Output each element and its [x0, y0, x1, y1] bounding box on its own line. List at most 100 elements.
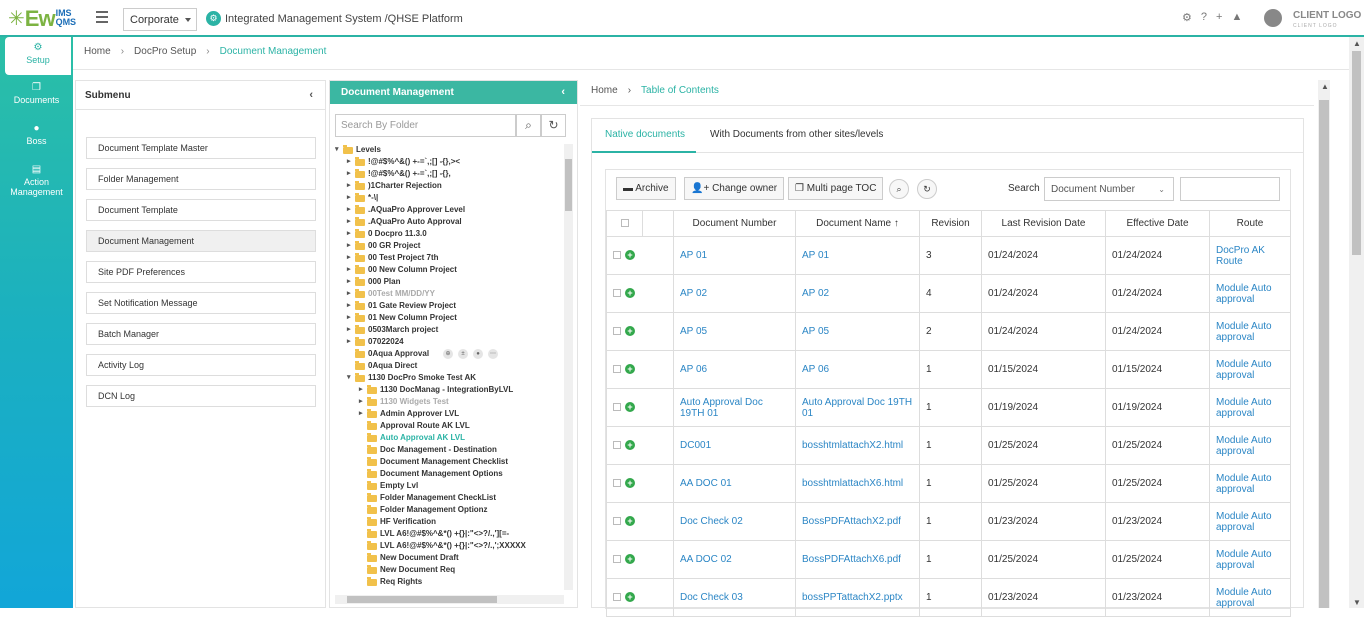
submenu-item[interactable]: Document Template	[86, 199, 316, 221]
document-number-link[interactable]: Doc Check 02	[673, 502, 796, 541]
tree-node[interactable]: Empty Lvl	[359, 480, 418, 492]
tree-node[interactable]: LVL A6!@#$%^&*() +{}|:"<>?/.,';XXXXX	[359, 540, 526, 552]
row-checkbox[interactable]	[613, 441, 621, 450]
collapse-chevron-icon[interactable]: ‹	[309, 89, 313, 101]
tree-node[interactable]: ▸ 0503March project	[347, 324, 438, 336]
breadcrumb-docpro-setup[interactable]: DocPro Setup	[134, 46, 196, 57]
column-effective-date[interactable]: Effective Date	[1105, 210, 1210, 237]
folder-search-input[interactable]: Search By Folder	[335, 114, 516, 137]
help-icon[interactable]: ?	[1201, 11, 1207, 24]
document-name-link[interactable]: Auto Approval Doc 19TH 01	[795, 388, 920, 427]
tree-node[interactable]: Folder Management Optionz	[359, 504, 488, 516]
scroll-up-arrow-icon[interactable]: ▲	[1353, 39, 1361, 48]
expand-plus-icon[interactable]: +	[625, 288, 635, 299]
document-number-link[interactable]: AP 01	[673, 236, 796, 275]
tree-node[interactable]: ▸ 01 Gate Review Project	[347, 300, 456, 312]
tree-toggle-icon[interactable]: ▸	[347, 324, 355, 336]
nav-setup[interactable]: ⚙ Setup	[5, 37, 71, 75]
submenu-item[interactable]: Document Management	[86, 230, 316, 252]
document-name-link[interactable]: BossPDFAttachX6.pdf	[795, 540, 920, 579]
tree-toggle-icon[interactable]: ▸	[347, 264, 355, 276]
expand-plus-icon[interactable]: +	[625, 364, 635, 375]
tree-node[interactable]: ▾ Levels	[335, 144, 381, 156]
tree-node[interactable]: Folder Management CheckList	[359, 492, 496, 504]
tree-node[interactable]: ▸ .AQuaPro Auto Approval	[347, 216, 462, 228]
tree-toggle-icon[interactable]: ▸	[347, 336, 355, 348]
route-link[interactable]: Module Auto approval	[1209, 578, 1291, 617]
tree-toggle-icon[interactable]: ▸	[359, 408, 367, 420]
column-route[interactable]: Route	[1209, 210, 1291, 237]
submenu-item[interactable]: DCN Log	[86, 385, 316, 407]
multi-page-toc-button[interactable]: ❐ Multi page TOC	[788, 177, 884, 200]
column-document-name[interactable]: Document Name ↑	[795, 210, 920, 237]
expand-plus-icon[interactable]: +	[625, 478, 635, 489]
notification-bell-icon[interactable]: ▲	[1231, 11, 1242, 24]
tree-node[interactable]: 0Aqua Direct	[347, 360, 417, 372]
route-link[interactable]: Module Auto approval	[1209, 312, 1291, 351]
row-checkbox[interactable]	[613, 479, 621, 488]
row-checkbox[interactable]	[613, 251, 621, 260]
organization-select[interactable]: Corporate	[123, 8, 197, 31]
tree-node[interactable]: ▸ 1130 Widgets Test	[359, 396, 449, 408]
tree-toggle-icon[interactable]: ▸	[347, 312, 355, 324]
document-number-link[interactable]: Doc Check 03	[673, 578, 796, 617]
tab-other-sites[interactable]: With Documents from other sites/levels	[710, 129, 883, 140]
row-checkbox[interactable]	[613, 365, 621, 374]
submenu-item[interactable]: Document Template Master	[86, 137, 316, 159]
nav-action-management[interactable]: ▤ Action Management	[0, 164, 73, 197]
document-number-link[interactable]: AA DOC 02	[673, 540, 796, 579]
content-scrollbar[interactable]: ▲	[1318, 80, 1330, 608]
archive-button[interactable]: ▬ Archive	[616, 177, 676, 200]
tree-node[interactable]: ▸ 000 Plan	[347, 276, 400, 288]
tree-toggle-icon[interactable]: ▸	[347, 300, 355, 312]
route-link[interactable]: Module Auto approval	[1209, 274, 1291, 313]
tree-node[interactable]: HF Verification	[359, 516, 436, 528]
tree-toggle-icon[interactable]: ▸	[347, 216, 355, 228]
route-link[interactable]: Module Auto approval	[1209, 426, 1291, 465]
expand-plus-icon[interactable]: +	[625, 326, 635, 337]
tree-toggle-icon[interactable]: ▸	[359, 384, 367, 396]
route-link[interactable]: Module Auto approval	[1209, 540, 1291, 579]
tree-node[interactable]: ▸ 01 New Column Project	[347, 312, 457, 324]
tree-node[interactable]: ▸ 0 Docpro 11.3.0	[347, 228, 427, 240]
tree-node[interactable]: ▸ 00 Test Project 7th	[347, 252, 439, 264]
breadcrumb-home[interactable]: Home	[591, 85, 618, 96]
tree-toggle-icon[interactable]: ▸	[347, 240, 355, 252]
submenu-item[interactable]: Batch Manager	[86, 323, 316, 345]
scroll-up-arrow-icon[interactable]: ▲	[1321, 82, 1329, 91]
settings-icon[interactable]: ⚙	[1182, 11, 1192, 24]
breadcrumb-home[interactable]: Home	[84, 46, 111, 57]
document-name-link[interactable]: bosshtmlattachX2.html	[795, 426, 920, 465]
route-link[interactable]: Module Auto approval	[1209, 388, 1291, 427]
tree-node[interactable]: ▸ 00Test MM/DD/YY	[347, 288, 435, 300]
row-checkbox[interactable]	[613, 517, 621, 526]
tree-node[interactable]: Document Management Options	[359, 468, 503, 480]
tree-node[interactable]: ▸ 00 New Column Project	[347, 264, 457, 276]
tree-node[interactable]: LVL A6!@#$%^&*() +{}|:"<>?/.,'][=-	[359, 528, 509, 540]
document-name-link[interactable]: AP 05	[795, 312, 920, 351]
tree-node[interactable]: Auto Approval AK LVL	[359, 432, 465, 444]
route-link[interactable]: Module Auto approval	[1209, 350, 1291, 389]
tree-node[interactable]: Doc Management - Destination	[359, 444, 497, 456]
tree-node[interactable]: Req Rights	[359, 576, 422, 588]
tab-native-documents[interactable]: Native documents	[605, 129, 685, 140]
tree-node[interactable]: ▸ *-\|	[347, 192, 378, 204]
nav-boss[interactable]: ● Boss	[0, 123, 73, 146]
expand-plus-icon[interactable]: +	[625, 250, 635, 261]
search-input[interactable]	[1180, 177, 1280, 201]
submenu-item[interactable]: Site PDF Preferences	[86, 261, 316, 283]
tree-toggle-icon[interactable]: ▸	[347, 192, 355, 204]
tree-vertical-scrollbar[interactable]	[564, 144, 573, 590]
tree-node[interactable]: New Document Draft	[359, 552, 459, 564]
tree-action-icon[interactable]: ⋯	[488, 349, 499, 359]
route-link[interactable]: Module Auto approval	[1209, 502, 1291, 541]
document-number-link[interactable]: Auto Approval Doc 19TH 01	[673, 388, 796, 427]
row-checkbox[interactable]	[613, 555, 621, 564]
tree-toggle-icon[interactable]: ▸	[347, 156, 355, 168]
document-number-link[interactable]: DC001	[673, 426, 796, 465]
column-revision[interactable]: Revision	[919, 210, 982, 237]
tree-node[interactable]: Document Management Checklist	[359, 456, 508, 468]
add-icon[interactable]: +	[1216, 11, 1222, 24]
search-icon[interactable]: ⌕	[516, 114, 541, 137]
column-document-number[interactable]: Document Number	[673, 210, 796, 237]
